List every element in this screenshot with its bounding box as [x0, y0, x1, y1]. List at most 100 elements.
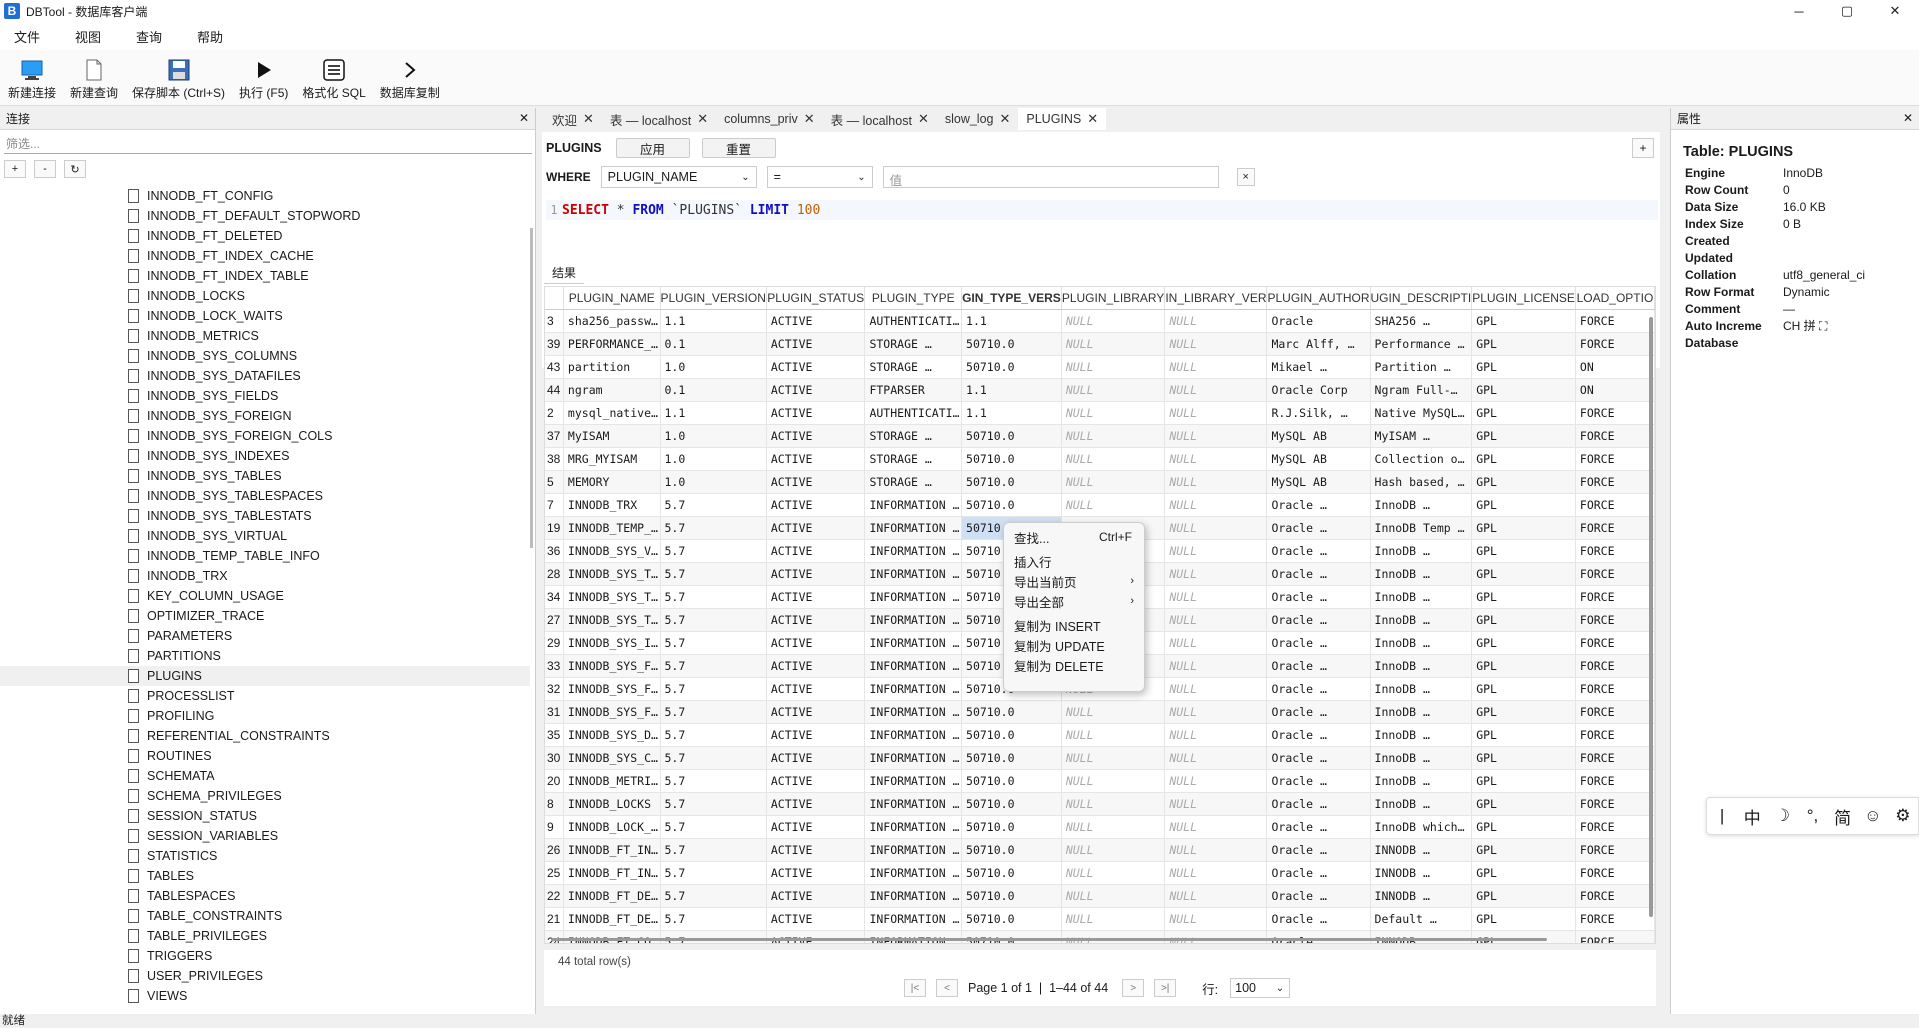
- table-cell[interactable]: FORCE: [1575, 562, 1655, 586]
- table-cell[interactable]: 5.7: [660, 838, 767, 862]
- table-cell[interactable]: NULL: [1164, 332, 1268, 356]
- table-cell[interactable]: FORCE: [1575, 861, 1655, 885]
- table-cell[interactable]: NULL: [1164, 516, 1268, 540]
- table-cell[interactable]: InnoDB …: [1370, 792, 1473, 816]
- table-cell[interactable]: InnoDB …: [1370, 746, 1473, 770]
- table-cell[interactable]: ACTIVE: [766, 493, 866, 517]
- table-cell[interactable]: INNODB …: [1370, 930, 1473, 943]
- table-cell[interactable]: ACTIVE: [766, 769, 866, 793]
- table-cell[interactable]: partition: [563, 355, 661, 379]
- table-cell[interactable]: NULL: [1061, 309, 1166, 333]
- table-cell[interactable]: GPL: [1471, 631, 1576, 655]
- table-cell[interactable]: 5.7: [660, 769, 767, 793]
- table-cell[interactable]: Oracle …: [1266, 700, 1371, 724]
- tree-item[interactable]: INNODB_SYS_FOREIGN_COLS: [0, 426, 530, 446]
- table-cell[interactable]: NULL: [1061, 723, 1166, 747]
- table-cell[interactable]: INFORMATION …: [864, 861, 963, 885]
- table-cell[interactable]: FORCE: [1575, 332, 1655, 356]
- table-cell[interactable]: ACTIVE: [766, 700, 866, 724]
- table-cell[interactable]: INNODB_METRI…: [563, 769, 661, 793]
- table-cell[interactable]: Oracle …: [1266, 516, 1371, 540]
- table-cell[interactable]: GPL: [1471, 401, 1576, 425]
- table-cell[interactable]: Oracle Corp: [1266, 378, 1371, 402]
- table-cell[interactable]: InnoDB …: [1370, 585, 1473, 609]
- column-header[interactable]: LOAD_OPTIO: [1575, 287, 1655, 310]
- tree-item[interactable]: INNODB_FT_INDEX_CACHE: [0, 246, 530, 266]
- last-page-button[interactable]: >|: [1154, 979, 1177, 997]
- table-cell[interactable]: Oracle …: [1266, 792, 1371, 816]
- table-cell[interactable]: GPL: [1471, 585, 1576, 609]
- table-cell[interactable]: ACTIVE: [766, 539, 866, 563]
- close-pane-icon[interactable]: ✕: [519, 111, 529, 125]
- table-cell[interactable]: GPL: [1471, 861, 1576, 885]
- tree-item[interactable]: INNODB_METRICS: [0, 326, 530, 346]
- tree-item[interactable]: INNODB_TRX: [0, 566, 530, 586]
- table-cell[interactable]: INNODB_SYS_T…: [563, 562, 661, 586]
- tree-item[interactable]: KEY_COLUMN_USAGE: [0, 586, 530, 606]
- column-header[interactable]: PLUGIN_STATUS: [766, 287, 866, 310]
- tree-item[interactable]: VIEWS: [0, 986, 530, 1006]
- table-cell[interactable]: ACTIVE: [766, 401, 866, 425]
- table-cell[interactable]: Oracle: [1266, 309, 1371, 333]
- table-cell[interactable]: InnoDB …: [1370, 654, 1473, 678]
- context-menu-item[interactable]: 查找... Ctrl+F: [1004, 527, 1144, 547]
- table-cell[interactable]: NULL: [1061, 815, 1166, 839]
- table-cell[interactable]: INFORMATION …: [864, 769, 963, 793]
- table-cell[interactable]: NULL: [1164, 792, 1268, 816]
- table-cell[interactable]: INNODB_SYS_T…: [563, 608, 661, 632]
- table-cell[interactable]: ACTIVE: [766, 585, 866, 609]
- table-cell[interactable]: 50710.0: [961, 447, 1062, 471]
- table-cell[interactable]: FORCE: [1575, 769, 1655, 793]
- table-cell[interactable]: InnoDB Temp …: [1370, 516, 1473, 540]
- table-cell[interactable]: 50710.0: [961, 769, 1062, 793]
- table-cell[interactable]: NULL: [1061, 447, 1166, 471]
- table-cell[interactable]: 5.7: [660, 930, 767, 943]
- table-cell[interactable]: FORCE: [1575, 723, 1655, 747]
- table-cell[interactable]: INNODB_FT_DE…: [563, 884, 661, 908]
- table-cell[interactable]: GPL: [1471, 815, 1576, 839]
- table-cell[interactable]: INFORMATION …: [864, 585, 963, 609]
- table-cell[interactable]: FORCE: [1575, 424, 1655, 448]
- table-row[interactable]: 20 INNODB_METRI… 5.7 ACTIVE INFORMATION … 507…: [545, 769, 1655, 793]
- table-cell[interactable]: INFORMATION …: [864, 815, 963, 839]
- table-cell[interactable]: NULL: [1164, 608, 1268, 632]
- column-header[interactable]: PLUGIN_LICENSE: [1471, 287, 1576, 310]
- tab-close-icon[interactable]: ✕: [918, 111, 929, 127]
- table-cell[interactable]: 50710.0: [961, 792, 1062, 816]
- table-row[interactable]: 35 INNODB_SYS_D… 5.7 ACTIVE INFORMATION … 507…: [545, 723, 1655, 747]
- table-cell[interactable]: NULL: [1061, 378, 1166, 402]
- column-header[interactable]: PLUGIN_VERSION: [660, 287, 767, 310]
- table-cell[interactable]: Marc Alff, …: [1266, 332, 1371, 356]
- table-cell[interactable]: ACTIVE: [766, 470, 866, 494]
- table-cell[interactable]: 50710.0: [961, 930, 1062, 943]
- table-cell[interactable]: Oracle …: [1266, 608, 1371, 632]
- tree-item[interactable]: PLUGINS: [0, 666, 530, 686]
- table-cell[interactable]: NULL: [1061, 930, 1166, 943]
- tab[interactable]: PLUGINS ✕: [1018, 108, 1107, 130]
- table-cell[interactable]: NULL: [1164, 654, 1268, 678]
- table-cell[interactable]: NULL: [1061, 332, 1166, 356]
- table-cell[interactable]: Oracle …: [1266, 677, 1371, 701]
- table-cell[interactable]: 5.7: [660, 654, 767, 678]
- table-row[interactable]: 38 MRG_MYISAM 1.0 ACTIVE STORAGE … 50710.0 NUL…: [545, 447, 1655, 471]
- table-cell[interactable]: NULL: [1164, 677, 1268, 701]
- table-cell[interactable]: SHA256 …: [1370, 309, 1473, 333]
- table-cell[interactable]: NULL: [1164, 815, 1268, 839]
- menu-help[interactable]: 帮助: [197, 27, 223, 46]
- table-cell[interactable]: INNODB_FT_IN…: [563, 861, 661, 885]
- ime-button[interactable]: |: [1707, 806, 1737, 826]
- table-cell[interactable]: NULL: [1164, 585, 1268, 609]
- table-cell[interactable]: FORCE: [1575, 700, 1655, 724]
- tree-item[interactable]: INNODB_SYS_TABLESPACES: [0, 486, 530, 506]
- table-cell[interactable]: InnoDB …: [1370, 769, 1473, 793]
- table-cell[interactable]: FORCE: [1575, 516, 1655, 540]
- table-cell[interactable]: InnoDB …: [1370, 700, 1473, 724]
- table-cell[interactable]: InnoDB …: [1370, 493, 1473, 517]
- table-row[interactable]: 43 partition 1.0 ACTIVE STORAGE … 50710.0 NULL…: [545, 355, 1655, 379]
- table-cell[interactable]: INNODB_FT_CO…: [563, 930, 661, 943]
- table-cell[interactable]: Oracle …: [1266, 654, 1371, 678]
- table-cell[interactable]: 50710.0: [961, 470, 1062, 494]
- table-cell[interactable]: Hash based, …: [1370, 470, 1473, 494]
- table-cell[interactable]: GPL: [1471, 309, 1576, 333]
- table-cell[interactable]: NULL: [1061, 884, 1166, 908]
